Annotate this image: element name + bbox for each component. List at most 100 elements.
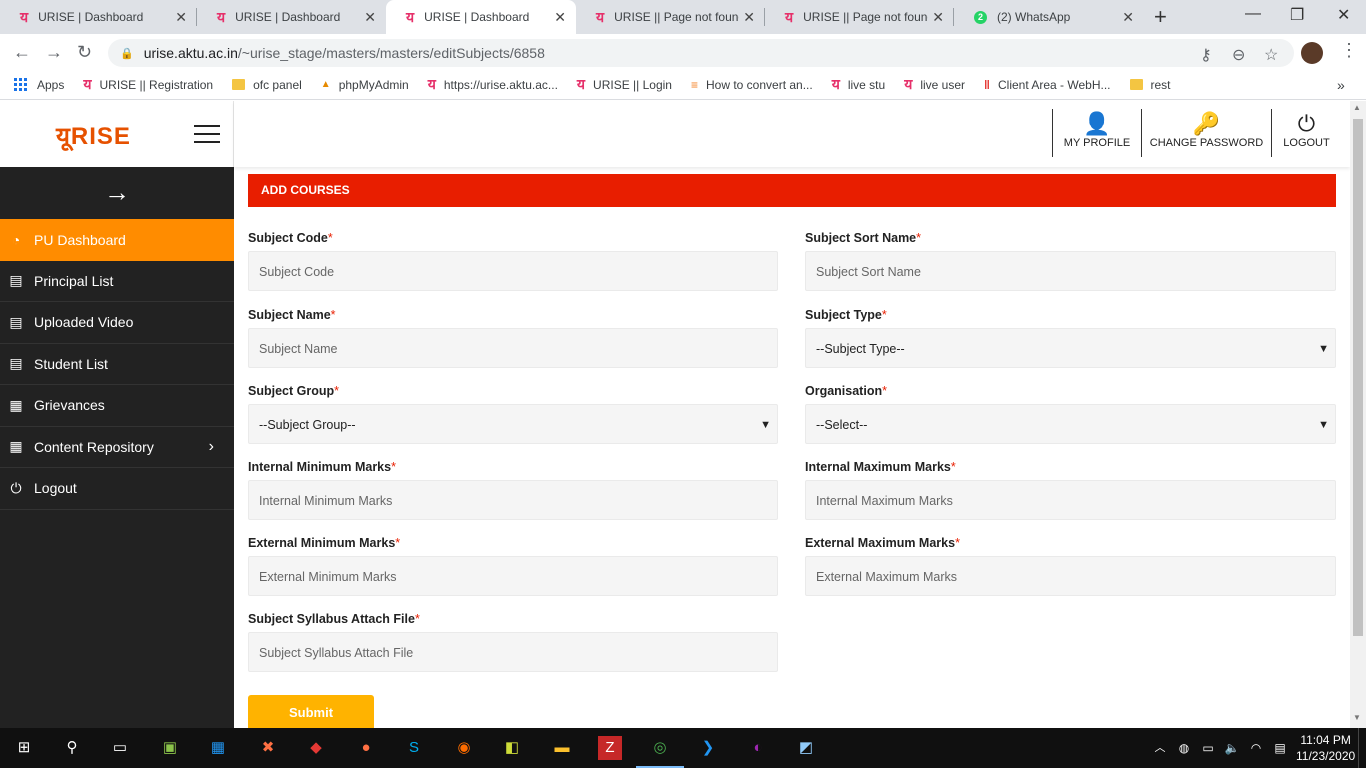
field-label: Subject Name* [248,308,336,322]
internal-minimum-marks-input[interactable]: Internal Minimum Marks [248,480,778,520]
external-max-field-group: External Maximum Marks* External Maximum… [805,536,1336,596]
close-icon[interactable]: ✕ [1122,9,1134,26]
browser-tab[interactable]: य URISE || Page not found ✕ [765,0,954,34]
bookmark-item[interactable]: य https://urise.aktu.ac... [428,75,558,94]
sidebar-item-grievances[interactable]: ▦ Grievances [0,385,234,427]
app-icon[interactable]: ◩ [794,736,818,760]
subject-sort-name-input[interactable]: Subject Sort Name [805,251,1336,291]
close-icon[interactable]: ✕ [364,9,376,26]
arrow-right-icon[interactable]: → [0,167,234,219]
forward-arrow-icon[interactable]: → [45,42,63,63]
xampp-icon[interactable]: ✖ [256,736,280,760]
close-icon[interactable]: ✕ [932,9,944,26]
sidebar-item-pu-dashboard[interactable]: ◔ PU Dashboard [0,219,234,261]
show-desktop-button[interactable] [1358,728,1366,768]
filezilla-icon[interactable]: Z [598,736,622,760]
window-close-icon[interactable]: ✕ [1337,5,1350,25]
webhost-icon: ‖ [984,77,990,92]
scroll-down-icon[interactable]: ▼ [1353,713,1361,722]
bookmark-item[interactable]: rest [1129,78,1171,92]
change-password-button[interactable]: 🔑 CHANGE PASSWORD [1141,109,1271,157]
field-label: Internal Minimum Marks* [248,460,396,474]
sidebar-item-principal-list[interactable]: ▤ Principal List [0,261,234,302]
back-arrow-icon[interactable]: ← [13,42,31,63]
urise-logo[interactable]: यूRISE [56,119,131,152]
vscode-icon[interactable]: ❯ [696,736,720,760]
volume-icon[interactable]: 🔈 [1220,736,1244,760]
internal-maximum-marks-input[interactable]: Internal Maximum Marks [805,480,1336,520]
chrome-icon[interactable]: ◎ [636,736,684,768]
postman-icon[interactable]: ● [354,736,378,760]
lock-icon[interactable]: 🔒 [120,47,134,60]
close-icon[interactable]: ✕ [175,9,187,26]
app-icon[interactable]: ▣ [158,736,182,760]
browser-tab[interactable]: य URISE || Page not found ✕ [576,0,765,34]
subject-code-input[interactable]: Subject Code [248,251,778,291]
close-icon[interactable]: ✕ [743,9,755,26]
submit-button[interactable]: Submit [248,695,374,728]
app-icon[interactable]: ◧ [500,736,524,760]
task-view-icon[interactable]: ▭ [108,736,132,760]
chevron-up-icon[interactable]: ︿ [1148,736,1172,760]
zoom-icon[interactable]: ⊖ [1232,45,1245,65]
scroll-up-icon[interactable]: ▲ [1353,103,1361,112]
bookmark-item[interactable]: य live stu [832,75,885,94]
bookmark-item[interactable]: य URISE || Registration [83,75,213,94]
bookmark-item[interactable]: य live user [904,75,965,94]
syllabus-file-input[interactable]: Subject Syllabus Attach File [248,632,778,672]
wifi-icon[interactable]: ◠ [1244,736,1268,760]
minimize-icon[interactable]: — [1245,5,1261,23]
browser-tab-active[interactable]: य URISE | Dashboard ✕ [386,0,576,34]
search-icon[interactable]: ⚲ [60,736,84,760]
network-icon[interactable]: ◍ [1172,736,1196,760]
page-scrollbar[interactable]: ▲ ▼ [1350,101,1366,728]
sidebar-item-logout[interactable]: ⏻ Logout [0,468,234,510]
sidebar-item-uploaded-video[interactable]: ▤ Uploaded Video [0,302,234,344]
hamburger-menu-icon[interactable] [194,125,220,143]
sidebar-item-content-repository[interactable]: ▦ Content Repository › [0,427,234,468]
subject-name-input[interactable]: Subject Name [248,328,778,368]
bookmark-item[interactable]: ▲ phpMyAdmin [321,78,409,92]
external-minimum-marks-input[interactable]: External Minimum Marks [248,556,778,596]
system-clock[interactable]: 11:04 PM 11/23/2020 [1296,732,1355,764]
sidebar-item-student-list[interactable]: ▤ Student List [0,344,234,385]
top-navbar: 👤 MY PROFILE 🔑 CHANGE PASSWORD ⏻ LOGOUT [234,101,1350,167]
git-icon[interactable]: ◆ [304,736,328,760]
bookmark-star-icon[interactable]: ☆ [1264,45,1278,65]
key-icon[interactable]: ⚷ [1200,45,1212,65]
urise-favicon-icon: य [596,8,605,25]
windows-start-icon[interactable]: ⊞ [12,736,36,760]
bookmark-item[interactable]: ofc panel [232,78,302,92]
subject-group-select[interactable]: --Subject Group-- ▼ [248,404,778,444]
logout-button[interactable]: ⏻ LOGOUT [1271,109,1341,157]
close-icon[interactable]: ✕ [554,9,566,26]
maximize-icon[interactable]: ❐ [1290,5,1304,25]
firefox-icon[interactable]: ◉ [452,736,476,760]
notifications-icon[interactable]: ▤ [1268,736,1292,760]
bookmark-apps[interactable]: Apps [14,78,64,92]
user-icon: 👤 [1083,111,1111,136]
new-tab-plus-icon[interactable]: + [1154,4,1167,30]
subject-code-field-group: Subject Code* Subject Code [248,231,778,291]
reload-icon[interactable]: ↻ [77,42,92,63]
file-explorer-icon[interactable]: ▬ [550,736,574,760]
bookmark-item[interactable]: ≡ How to convert an... [691,78,813,92]
calculator-icon[interactable]: ▦ [206,736,230,760]
browser-tab[interactable]: य URISE | Dashboard ✕ [0,0,197,34]
subject-type-select[interactable]: --Subject Type-- ▼ [805,328,1336,368]
bookmark-item[interactable]: य URISE || Login [577,75,672,94]
browser-tab[interactable]: य URISE | Dashboard ✕ [197,0,386,34]
scrollbar-thumb[interactable] [1353,119,1363,636]
browser-menu-icon[interactable]: ⋮ [1340,40,1358,61]
browser-tab[interactable]: 2 (2) WhatsApp ✕ [954,0,1144,34]
address-bar[interactable]: 🔒 urise.aktu.ac.in/~urise_stage/masters/… [108,39,1294,67]
battery-icon[interactable]: ▭ [1196,736,1220,760]
bookmarks-overflow-icon[interactable]: » [1337,77,1345,93]
organisation-select[interactable]: --Select-- ▼ [805,404,1336,444]
skype-icon[interactable]: S [402,736,426,760]
my-profile-button[interactable]: 👤 MY PROFILE [1052,109,1141,157]
external-maximum-marks-input[interactable]: External Maximum Marks [805,556,1336,596]
profile-avatar[interactable] [1301,42,1323,64]
bookmark-item[interactable]: ‖ Client Area - WebH... [984,78,1110,92]
app-icon[interactable]: ◐ [746,736,770,760]
